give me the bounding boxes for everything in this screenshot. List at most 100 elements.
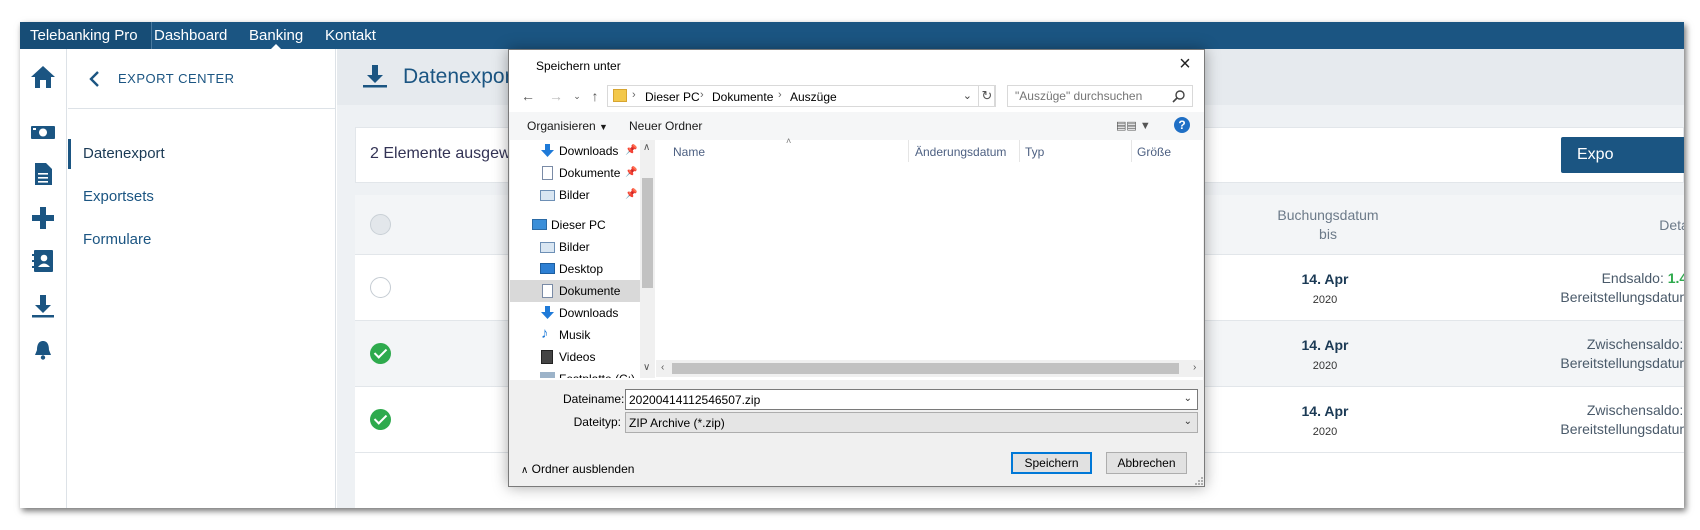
column-name[interactable]: Name — [673, 145, 705, 159]
breadcrumb-separator: › — [700, 89, 704, 101]
detail-provision-date: Bereitstellungsdatum: — [1560, 421, 1684, 437]
column-type[interactable]: Typ — [1025, 145, 1044, 159]
nav-banking[interactable]: Banking — [249, 22, 303, 49]
sidebar-header-label: EXPORT CENTER — [118, 71, 235, 86]
tree-item-dokumente-selected[interactable]: Dokumente — [510, 280, 640, 302]
filetype-select[interactable]: ZIP Archive (*.zip) ⌄ — [625, 412, 1198, 433]
address-row: ← → ⌄ ↑ › Dieser PC › Dokumente › Auszüg… — [509, 80, 1204, 112]
tree-item-musik[interactable]: ♪ Musik — [510, 324, 640, 346]
tree-item-dokumente[interactable]: Dokumente 📌 — [510, 162, 640, 184]
export-sidebar: EXPORT CENTER Datenexport Exportsets For… — [68, 49, 336, 508]
sidebar-header: EXPORT CENTER — [68, 49, 336, 109]
brand-title: Telebanking Pro — [20, 22, 152, 49]
hide-folders-toggle[interactable]: ∧ Ordner ausblenden — [521, 462, 634, 476]
tree-item-desktop[interactable]: Desktop — [510, 258, 640, 280]
column-modified[interactable]: Änderungsdatum — [915, 145, 1006, 159]
app-window: Telebanking Pro Dashboard Banking Kontak… — [20, 22, 1684, 508]
scroll-right-icon[interactable]: › — [1193, 362, 1196, 373]
view-options-icon[interactable]: ▤▤ ▼ — [1116, 119, 1152, 133]
document-icon[interactable] — [30, 161, 56, 187]
navigation-tree: Downloads 📌 Dokumente 📌 Bilder 📌 Dieser … — [510, 140, 640, 378]
scroll-down-icon[interactable]: ∨ — [643, 362, 650, 373]
detail-label: Endsaldo: — [1601, 270, 1664, 286]
search-icon[interactable] — [1172, 89, 1186, 103]
tree-item-label: Festplatte (C:) — [559, 368, 635, 378]
filename-label: Dateiname: — [563, 392, 625, 406]
tree-item-dieser-pc[interactable]: Dieser PC — [510, 214, 640, 236]
tree-item-videos[interactable]: Videos — [510, 346, 640, 368]
tree-item-bilder[interactable]: Bilder 📌 — [510, 184, 640, 206]
column-size[interactable]: Größe — [1137, 145, 1171, 159]
chevron-down-icon[interactable]: ⌄ — [963, 89, 972, 102]
dialog-title: Speichern unter — [536, 59, 621, 73]
breadcrumb-dieser-pc[interactable]: Dieser PC — [645, 90, 700, 104]
column-divider[interactable] — [1019, 140, 1020, 162]
home-icon[interactable] — [30, 64, 56, 90]
address-bar[interactable]: › Dieser PC › Dokumente › Auszüge ⌄ — [607, 85, 995, 107]
row-details: Endsaldo: 1.40 Bereitstellungsdatum: — [1395, 269, 1684, 307]
resize-grip-icon[interactable] — [1194, 476, 1204, 486]
chevron-down-icon[interactable]: ⌄ — [1184, 393, 1192, 404]
drive-icon — [540, 372, 555, 378]
filename-field[interactable]: ⌄ — [625, 389, 1198, 410]
sidebar-item-exportsets[interactable]: Exportsets — [68, 182, 336, 212]
tree-scroll-thumb[interactable] — [642, 178, 653, 288]
filetype-value: ZIP Archive (*.zip) — [629, 416, 725, 430]
close-icon[interactable]: × — [1176, 54, 1194, 74]
column-buchungsdatum-bis[interactable]: Buchungsdatum bis — [1253, 206, 1403, 244]
chevron-down-icon[interactable]: ⌄ — [1184, 416, 1192, 427]
organize-button[interactable]: Organisieren ▼ — [527, 119, 608, 133]
new-folder-button[interactable]: Neuer Ordner — [629, 119, 702, 133]
search-input[interactable] — [1008, 86, 1168, 106]
tree-scrollbar[interactable]: ∧ ∨ — [640, 140, 655, 378]
nav-kontakt[interactable]: Kontakt — [325, 22, 376, 49]
back-arrow-icon[interactable]: ← — [521, 88, 535, 104]
help-icon[interactable]: ? — [1174, 117, 1190, 133]
money-icon[interactable] — [30, 119, 56, 145]
file-list-scrollbar[interactable]: ‹ › — [656, 360, 1203, 377]
tree-item-label: Dokumente — [559, 166, 621, 180]
top-navigation: Telebanking Pro Dashboard Banking Kontak… — [20, 22, 1684, 49]
download-icon — [363, 65, 387, 88]
column-divider[interactable] — [1131, 140, 1132, 162]
tree-item-festplatte[interactable]: Festplatte (C:) — [510, 368, 640, 378]
column-details[interactable]: Detail — [1505, 216, 1684, 235]
sidebar-item-formulare[interactable]: Formulare — [68, 225, 336, 255]
row-checkbox-checked[interactable] — [370, 343, 391, 364]
download-arrow-icon — [541, 144, 554, 157]
row-checkbox[interactable] — [370, 277, 391, 298]
up-arrow-icon[interactable]: ↑ — [588, 88, 602, 104]
chevron-left-icon[interactable] — [88, 71, 102, 87]
scroll-up-icon[interactable]: ∧ — [643, 142, 650, 153]
breadcrumb-auszuege[interactable]: Auszüge — [790, 90, 837, 104]
plus-icon[interactable] — [30, 205, 56, 231]
document-icon — [542, 166, 553, 180]
tree-item-label: Bilder — [559, 188, 590, 202]
search-box[interactable] — [1007, 85, 1193, 107]
row-details: Zwischensaldo: 1 Bereitstellungsdatum: — [1395, 401, 1684, 439]
cancel-button[interactable]: Abbrechen — [1106, 452, 1187, 474]
download-icon[interactable] — [30, 293, 56, 319]
refresh-icon[interactable]: ↻ — [978, 85, 996, 107]
breadcrumb-dokumente[interactable]: Dokumente — [712, 90, 773, 104]
row-checkbox-checked[interactable] — [370, 409, 391, 430]
filename-input[interactable] — [626, 390, 1176, 409]
nav-dashboard[interactable]: Dashboard — [154, 22, 227, 49]
save-button[interactable]: Speichern — [1011, 452, 1092, 474]
scroll-left-icon[interactable]: ‹ — [661, 362, 664, 373]
recent-chevron-icon[interactable]: ⌄ — [570, 88, 584, 104]
column-divider[interactable] — [908, 140, 909, 162]
tree-item-bilder[interactable]: Bilder — [510, 236, 640, 258]
tree-item-downloads[interactable]: Downloads 📌 — [510, 140, 640, 162]
export-button[interactable]: Expo — [1561, 137, 1684, 173]
forward-arrow-icon[interactable]: → — [549, 88, 563, 104]
contacts-icon[interactable] — [30, 248, 56, 274]
sidebar-item-datenexport[interactable]: Datenexport — [68, 139, 336, 169]
booking-date: 14. Apr 2020 — [1285, 403, 1365, 438]
select-all-checkbox[interactable] — [370, 214, 391, 235]
file-list-scroll-thumb[interactable] — [672, 363, 1179, 374]
sort-caret-icon: ˄ — [786, 136, 792, 146]
tree-item-downloads[interactable]: Downloads — [510, 302, 640, 324]
tree-item-label: Dieser PC — [551, 218, 606, 232]
bell-icon[interactable] — [30, 337, 56, 363]
